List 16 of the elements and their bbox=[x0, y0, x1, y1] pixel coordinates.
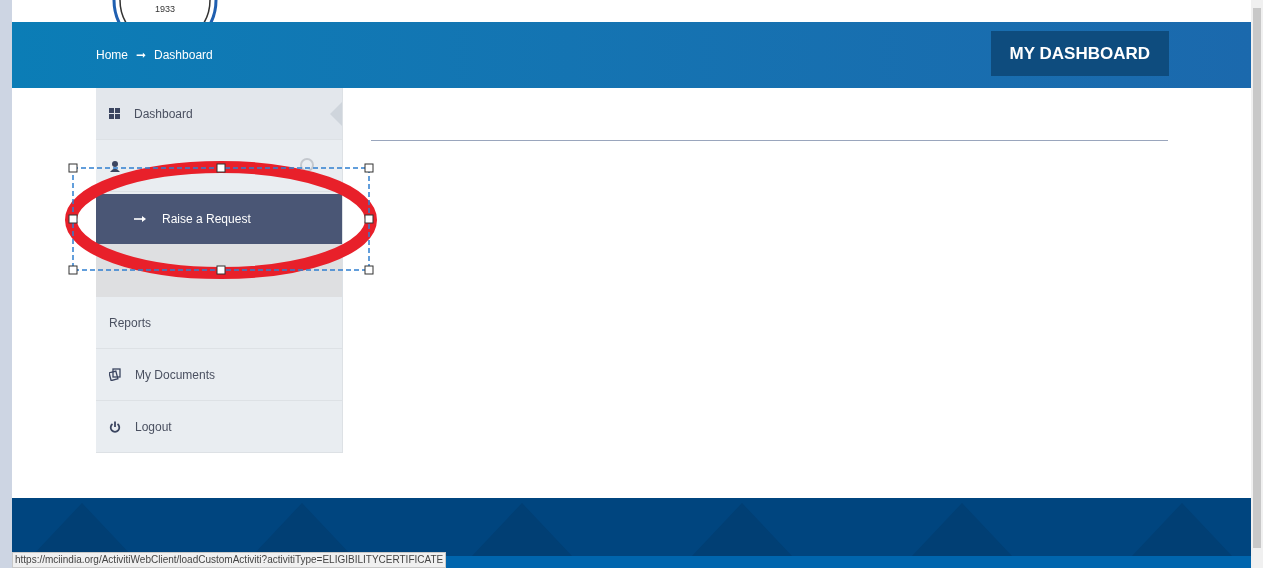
page-title: MY DASHBOARD bbox=[990, 30, 1169, 76]
breadcrumb-current: Dashboard bbox=[154, 47, 213, 64]
documents-icon bbox=[109, 368, 121, 381]
menu-item[interactable]: Dashboard bbox=[96, 88, 342, 140]
power-icon bbox=[109, 420, 121, 433]
grid-icon bbox=[109, 108, 120, 119]
breadcrumb-link[interactable]: Home bbox=[96, 46, 128, 64]
person-icon bbox=[109, 159, 121, 172]
breadcrumb-separator: ➞ bbox=[136, 47, 146, 64]
scrollbar[interactable] bbox=[1251, 0, 1263, 568]
active-pointer bbox=[330, 102, 342, 126]
seal-logo: 1933 bbox=[112, 0, 218, 22]
status-url: https://mciindia.org/ActivitiWebClient/loadCustomActiviti?activitiType=ELIGIBILITYCERTIFICATE bbox=[12, 552, 447, 568]
submenu-item[interactable]: Raise a Request bbox=[96, 194, 342, 244]
arrow-icon bbox=[134, 216, 146, 222]
expand-icon bbox=[300, 158, 314, 172]
